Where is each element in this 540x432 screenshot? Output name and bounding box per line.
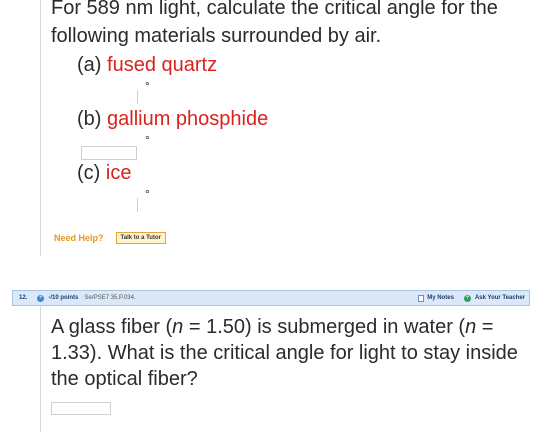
points-label: -/10 points — [48, 295, 79, 301]
answer-a-input[interactable] — [137, 90, 138, 104]
answer-b-input[interactable] — [81, 146, 137, 160]
part-c-label: (c) ice — [77, 162, 131, 185]
part-b-material: gallium phosphide — [107, 108, 269, 130]
question-number: 12. — [19, 295, 28, 301]
need-help-label: Need Help? — [54, 233, 104, 243]
help-row: Need Help? Talk to a Tutor — [54, 232, 166, 244]
question-12-text: A glass fiber (n = 1.50) is submerged in… — [51, 316, 518, 390]
part-c-degree-unit: ° — [145, 187, 150, 201]
part-a-material: fused quartz — [107, 54, 218, 76]
answer-c-input[interactable] — [137, 198, 138, 212]
part-c-material: ice — [105, 162, 132, 184]
part-a-letter: (a) — [77, 54, 102, 76]
question-11-block: For 589 nm light, calculate the critical… — [40, 0, 540, 256]
my-notes-link[interactable]: My Notes — [427, 295, 454, 301]
question-11-text: For 589 nm light, calculate the critical… — [51, 0, 498, 47]
expand-plus-icon[interactable]: + — [37, 294, 45, 302]
answer-12-input[interactable] — [51, 402, 111, 415]
ask-teacher-link[interactable]: Ask Your Teacher — [475, 295, 525, 301]
part-a-label: (a) fused quartz — [77, 54, 217, 77]
part-a-degree-unit: ° — [145, 79, 150, 93]
part-c-letter: (c) — [77, 162, 101, 184]
question-12-block: A glass fiber (n = 1.50) is submerged in… — [40, 306, 540, 432]
talk-to-tutor-button[interactable]: Talk to a Tutor — [115, 232, 166, 244]
source-label: SerPSE7 35.P.034. — [84, 295, 136, 301]
question-12-header: 12. + -/10 points SerPSE7 35.P.034. My N… — [12, 290, 530, 306]
part-b-label: (b) gallium phosphide — [77, 108, 268, 131]
ask-teacher-plus-icon[interactable]: + — [463, 294, 471, 302]
part-b-degree-unit: ° — [145, 133, 150, 147]
part-b-letter: (b) — [77, 108, 102, 130]
notes-icon[interactable] — [418, 294, 425, 302]
